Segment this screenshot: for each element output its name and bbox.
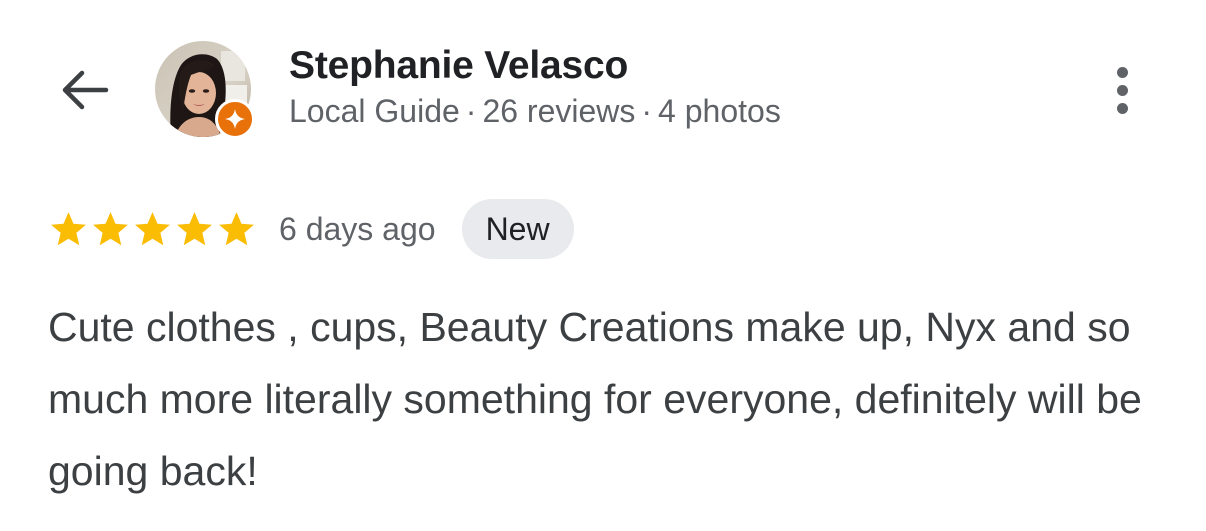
reviewer-level: Local Guide <box>289 93 460 129</box>
more-vertical-icon-dot <box>1116 102 1128 114</box>
back-button[interactable] <box>54 62 114 118</box>
star-rating <box>48 209 257 250</box>
reviewer-meta[interactable]: Local Guide · 26 reviews · 4 photos <box>289 93 781 130</box>
avatar[interactable] <box>155 41 255 139</box>
arrow-back-icon <box>62 70 109 110</box>
reviewer-photo-count: 4 photos <box>658 93 781 129</box>
more-vertical-icon <box>1116 66 1128 78</box>
star-icon <box>51 211 86 245</box>
reviewer-name[interactable]: Stephanie Velasco <box>289 44 628 88</box>
meta-separator: · <box>465 93 477 129</box>
new-badge: New <box>461 199 574 259</box>
review-time: 6 days ago <box>279 210 436 247</box>
local-guide-badge-icon <box>215 99 255 139</box>
more-vertical-icon-dot <box>1116 84 1128 96</box>
meta-separator: · <box>641 93 653 129</box>
more-options-button[interactable] <box>1098 58 1146 122</box>
star-icon <box>93 211 128 245</box>
rating-row: 6 days ago New <box>48 199 574 259</box>
reviewer-review-count: 26 reviews <box>482 93 636 129</box>
review-text: Cute clothes , cups, Beauty Creations ma… <box>48 304 1142 494</box>
star-icon <box>135 211 170 245</box>
star-icon <box>177 211 212 245</box>
star-icon <box>219 211 254 245</box>
